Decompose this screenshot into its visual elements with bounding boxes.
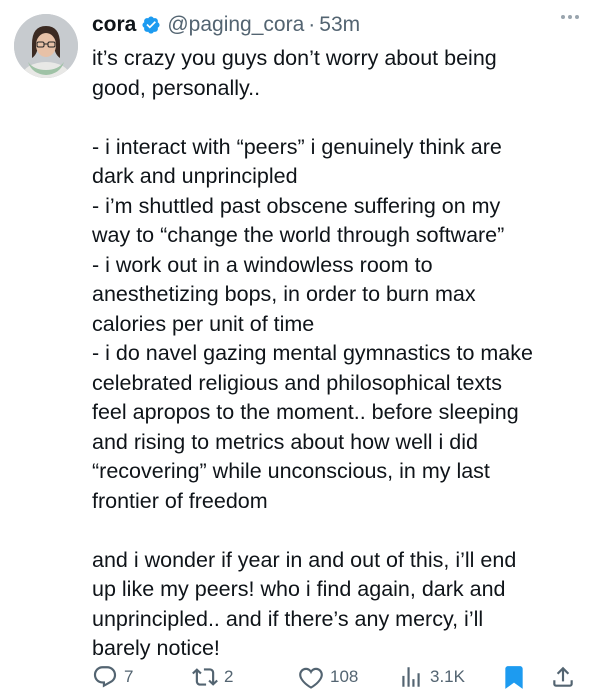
reply-icon xyxy=(92,664,118,690)
tweet-text-line xyxy=(92,516,579,546)
tweet-text-line: - i interact with “peers” i genuinely th… xyxy=(92,134,502,159)
tweet-text-line: frontier of freedom xyxy=(92,488,268,513)
repost-icon xyxy=(192,664,218,690)
reply-button[interactable]: 7 xyxy=(92,663,133,691)
action-bar: 7 2 108 3.1K xyxy=(92,663,582,691)
share-icon xyxy=(550,664,576,690)
tweet-text-line: dark and unprincipled xyxy=(92,164,298,188)
avatar[interactable] xyxy=(14,14,78,78)
tweet-text-line: and i wonder if year in and out of this,… xyxy=(92,547,517,572)
tweet-text-line: feel apropos to the moment.. before slee… xyxy=(92,400,519,424)
bookmark-button[interactable] xyxy=(501,663,527,691)
repost-count: 2 xyxy=(224,667,234,686)
tweet-text-line: and rising to metrics about how well i d… xyxy=(92,429,478,454)
tweet-text-line: - i’m shuttled past obscene suffering on… xyxy=(92,193,501,218)
tweet-text-line: barely notice! xyxy=(92,636,220,660)
tweet-text-line: unprincipled.. and if there’s any mercy,… xyxy=(92,606,484,631)
tweet-text-line: - i do navel gazing mental gymnastics to… xyxy=(92,341,533,365)
tweet-text-line: celebrated religious and philosophical t… xyxy=(92,370,502,395)
tweet-text-line: it’s crazy you guys don’t worry about be… xyxy=(92,46,497,70)
tweet-text-line: anesthetizing bops, in order to burn max xyxy=(92,282,476,306)
verified-badge-icon xyxy=(141,15,161,35)
tweet-text-line xyxy=(92,103,579,133)
tweet-text-line: up like my peers! who i find again, dark… xyxy=(92,577,506,601)
tweet-text-line: - i work out in a windowless room to xyxy=(92,252,433,277)
views-count: 3.1K xyxy=(430,667,465,686)
author-handle[interactable]: @paging_cora xyxy=(167,13,304,37)
heart-icon xyxy=(298,664,324,690)
tweet-header: cora @paging_cora · 53m xyxy=(92,10,577,40)
like-count: 108 xyxy=(330,667,359,686)
repost-button[interactable]: 2 xyxy=(192,663,233,691)
tweet-text-line: good, personally.. xyxy=(92,75,261,100)
like-button[interactable]: 108 xyxy=(298,663,358,691)
reply-count: 7 xyxy=(124,667,134,686)
bookmark-icon xyxy=(501,664,527,690)
share-button[interactable] xyxy=(550,663,576,691)
tweet-text: it’s crazy you guys don’t worry about be… xyxy=(92,44,579,664)
views-chart-icon xyxy=(398,664,424,690)
tweet-text-line: calories per unit of time xyxy=(92,311,315,336)
tweet-text-line: way to “change the world through softwar… xyxy=(92,223,505,247)
more-options-icon[interactable] xyxy=(561,10,579,24)
separator-dot: · xyxy=(308,13,316,36)
views-button[interactable]: 3.1K xyxy=(398,663,465,691)
timestamp[interactable]: 53m xyxy=(319,13,360,37)
author-name[interactable]: cora xyxy=(92,13,136,37)
tweet-text-line: “recovering” while unconscious, in my la… xyxy=(92,459,490,483)
